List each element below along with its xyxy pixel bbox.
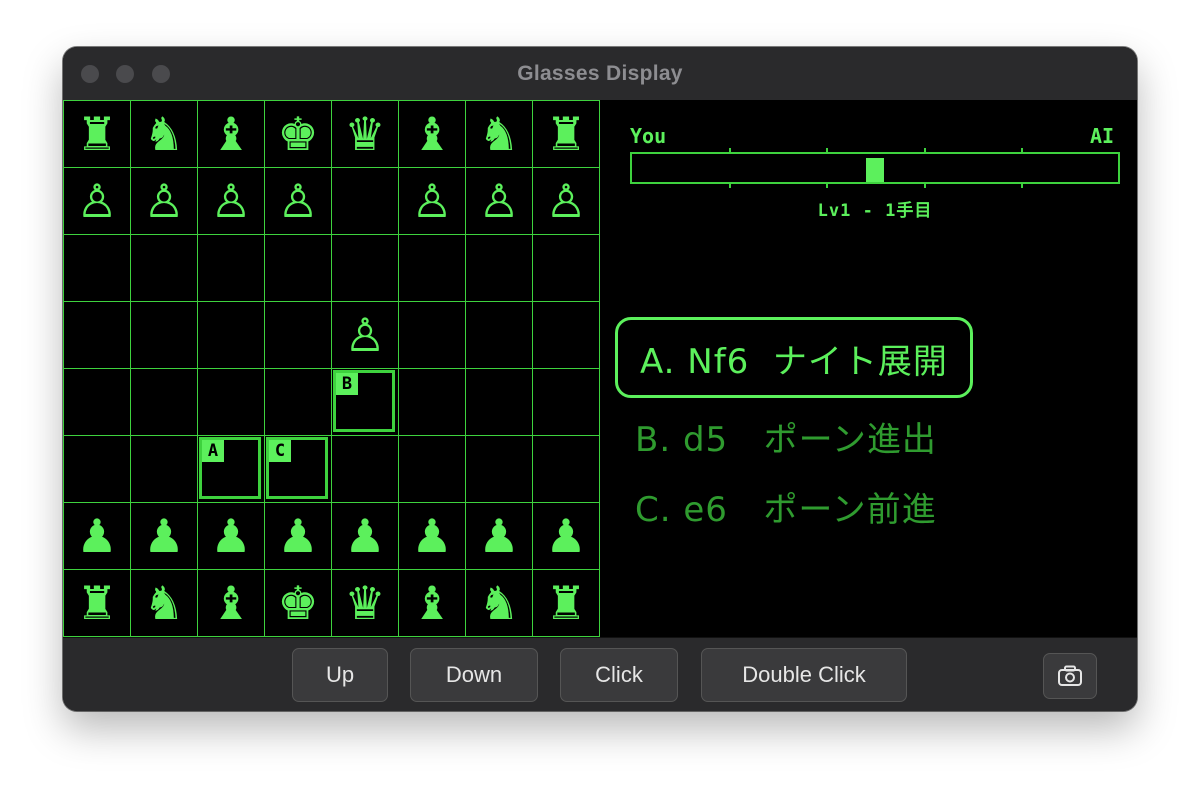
chess-piece-square[interactable]: ♜ [533,101,600,168]
evaluation-meter [630,148,1120,188]
empty-square[interactable] [64,302,131,369]
empty-square[interactable] [332,436,399,503]
move-option-a[interactable]: A. Nf6 ナイト展開 [615,317,973,398]
chess-piece-square[interactable]: ♙ [265,168,332,235]
meter-tick [826,182,829,188]
chess-piece-square[interactable]: ♞ [466,570,533,637]
move-hint-square: B [333,370,395,432]
title-bar: Glasses Display [63,47,1137,101]
empty-square[interactable] [131,302,198,369]
chess-piece-square[interactable]: ♛ [332,570,399,637]
click-button[interactable]: Click [560,648,678,702]
chess-piece-square[interactable]: ♚ [265,101,332,168]
empty-square[interactable] [198,302,265,369]
chess-piece-square[interactable]: ♞ [131,101,198,168]
double-click-button[interactable]: Double Click [701,648,907,702]
chess-piece-square[interactable]: ♙ [466,168,533,235]
move-hint-square: C [266,437,328,499]
chess-piece-square[interactable]: ♜ [64,101,131,168]
empty-square[interactable] [64,235,131,302]
chess-piece-square[interactable]: ♙ [533,168,600,235]
empty-square[interactable] [198,369,265,436]
empty-square[interactable] [533,302,600,369]
chess-piece-square[interactable]: ♟ [198,503,265,570]
chess-piece-square[interactable]: ♚ [265,570,332,637]
move-option-c[interactable]: C. e6 ポーン前進 [635,482,937,531]
move-hint-label: B [336,373,358,395]
chess-piece-square[interactable]: ♝ [198,101,265,168]
chess-piece-square[interactable]: ♝ [399,570,466,637]
screenshot-button[interactable] [1043,653,1097,699]
empty-square[interactable] [332,235,399,302]
camera-icon [1058,665,1082,686]
empty-square[interactable] [265,369,332,436]
meter-tick [923,148,926,154]
empty-square[interactable] [399,436,466,503]
meter-indicator [866,158,884,182]
move-hint-label: C [269,440,291,462]
empty-square[interactable] [466,436,533,503]
empty-square[interactable] [332,168,399,235]
meter-tick [923,182,926,188]
chess-piece-square[interactable]: ♟ [64,503,131,570]
window-title: Glasses Display [517,62,683,85]
chess-piece-square[interactable]: ♟ [332,503,399,570]
meter-tick [729,148,732,154]
empty-square[interactable] [64,436,131,503]
move-option-b[interactable]: B. d5 ポーン進出 [635,412,937,461]
meter-right-label: AI [1090,124,1115,148]
empty-square[interactable] [399,302,466,369]
meter-left-label: You [630,124,667,148]
meter-tick [826,148,829,154]
chess-piece-square[interactable]: ♞ [131,570,198,637]
move-hint-square: A [199,437,261,499]
empty-square[interactable] [265,302,332,369]
chess-piece-square[interactable]: ♟ [466,503,533,570]
app-window: Glasses Display ♜ ♞ ♝ ♚ ♛ ♝ ♞ ♜ ♙ ♙ ♙ ♙ ♙ ♙ ♙ ♙ ♟ ♟ ♟ ♟ ♟ ♟ ♟ ♟… [63,47,1137,711]
chess-piece-square[interactable]: ♟ [399,503,466,570]
chess-piece-square[interactable]: ♟ [265,503,332,570]
empty-square[interactable] [466,369,533,436]
empty-square[interactable] [64,369,131,436]
chess-piece-square[interactable]: ♞ [466,101,533,168]
chess-piece-square[interactable]: ♟ [533,503,600,570]
chess-piece-square[interactable]: ♟ [131,503,198,570]
chess-piece-square[interactable]: ♜ [64,570,131,637]
chess-piece-square[interactable]: ♙ [399,168,466,235]
empty-square[interactable] [399,369,466,436]
level-turn-label: Lv1 - 1手目 [817,201,933,221]
chess-piece-square[interactable]: ♝ [399,101,466,168]
move-hint-label: A [202,440,224,462]
empty-square[interactable] [198,235,265,302]
empty-square[interactable] [533,369,600,436]
up-button[interactable]: Up [292,648,388,702]
chess-piece-square[interactable]: ♜ [533,570,600,637]
down-button[interactable]: Down [410,648,538,702]
empty-square[interactable] [265,235,332,302]
empty-square[interactable] [466,302,533,369]
empty-square[interactable] [131,436,198,503]
chess-piece-square[interactable]: ♛ [332,101,399,168]
empty-square[interactable] [533,436,600,503]
empty-square[interactable] [399,235,466,302]
control-toolbar: Up Down Click Double Click [63,637,1137,711]
chess-piece-square[interactable]: ♙ [198,168,265,235]
empty-square[interactable] [533,235,600,302]
chess-piece-square[interactable]: ♝ [198,570,265,637]
chess-piece-square[interactable]: ♙ [131,168,198,235]
glasses-display: ♜ ♞ ♝ ♚ ♛ ♝ ♞ ♜ ♙ ♙ ♙ ♙ ♙ ♙ ♙ ♙ ♟ ♟ ♟ ♟ ♟ ♟ ♟ ♟ ♜ ♞ ♝ ♚ ♛ ♝ ♞ ♜ ACB You… [63,100,1137,638]
meter-tick [729,182,732,188]
chess-piece-square[interactable]: ♙ [64,168,131,235]
empty-square[interactable] [131,369,198,436]
chess-piece-square[interactable]: ♙ [332,302,399,369]
empty-square[interactable] [466,235,533,302]
meter-tick [1020,148,1023,154]
empty-square[interactable] [131,235,198,302]
meter-tick [1020,182,1023,188]
chess-board: ♜ ♞ ♝ ♚ ♛ ♝ ♞ ♜ ♙ ♙ ♙ ♙ ♙ ♙ ♙ ♙ ♟ ♟ ♟ ♟ ♟ ♟ ♟ ♟ ♜ ♞ ♝ ♚ ♛ ♝ ♞ ♜ [63,100,600,638]
